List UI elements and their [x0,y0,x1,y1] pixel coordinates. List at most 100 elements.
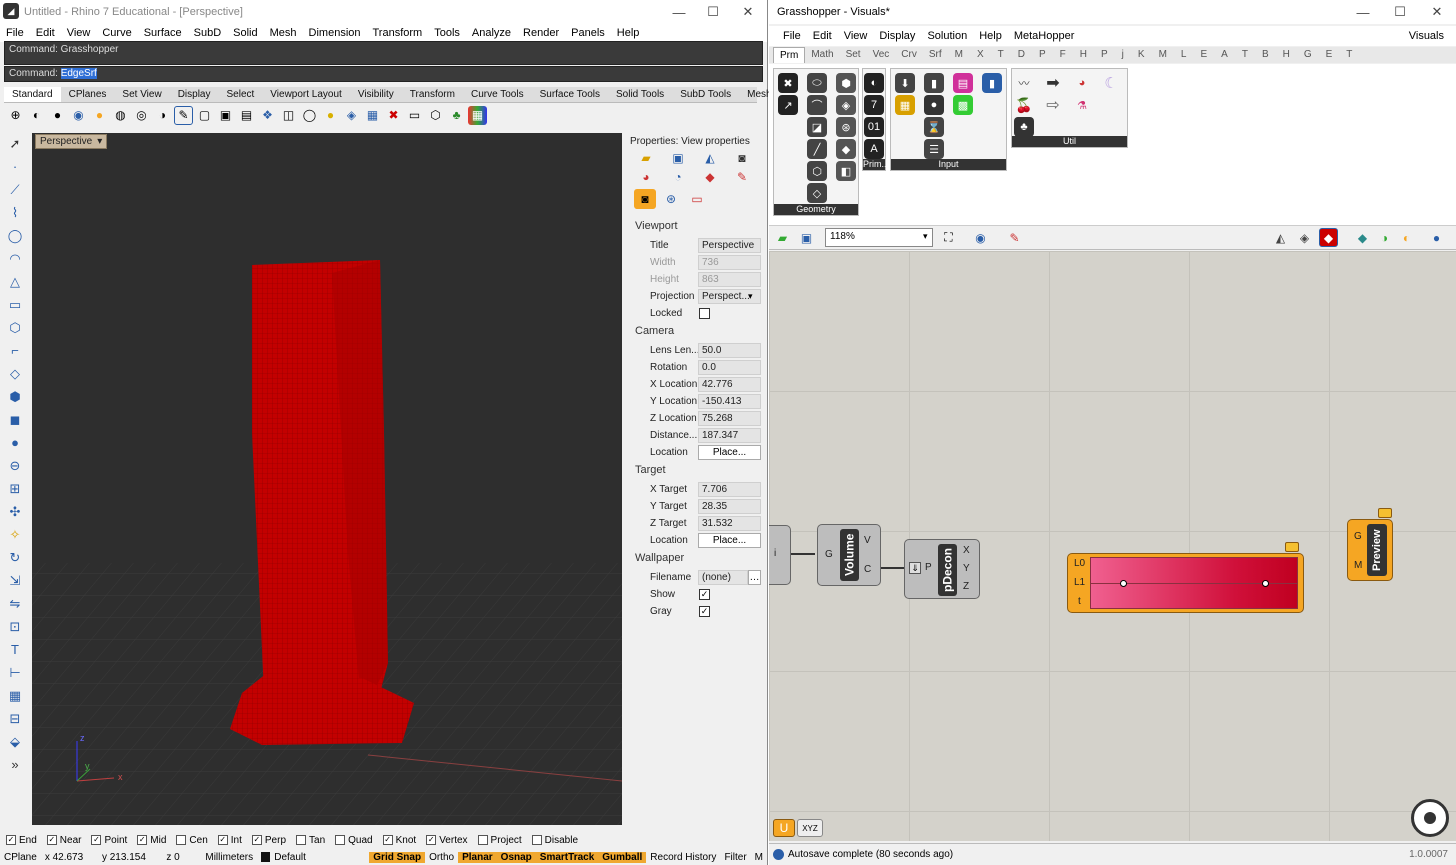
sphere-solid-icon[interactable]: ● [4,432,26,453]
wallpaper-page-icon[interactable]: ▭ [686,189,708,209]
xloc-field[interactable]: 42.776 [698,376,761,392]
settings-icon[interactable]: ◑ [1375,228,1394,247]
gh-tab-k[interactable]: K [1131,47,1152,63]
gradient-input-t[interactable]: t [1078,596,1081,607]
gh-tab-srf[interactable]: Srf [923,47,948,63]
ortho-toggle[interactable]: Ortho [425,852,458,863]
gh-tab-prm[interactable]: Prm [773,47,806,63]
arrow-right-icon[interactable]: ➡ [1043,73,1063,93]
cherry-icon[interactable]: 🍒 [1014,95,1034,115]
mesh-quality-icon[interactable]: ◆ [1353,228,1372,247]
gh-minimize-button[interactable]: — [1346,0,1380,24]
gumball-toggle[interactable]: Gumball [598,851,647,863]
cylinder-icon[interactable]: ⊖ [4,455,26,476]
osnap-mid[interactable]: ✓ Mid [137,835,166,846]
input-group-label[interactable]: Input [891,159,1006,170]
grid-icon[interactable]: ⊕ [6,106,25,125]
scale-icon[interactable]: ⇲ [4,570,26,591]
gh-tab-b[interactable]: B [1255,47,1276,63]
gh-menu-view[interactable]: View [838,30,874,42]
jump-icon[interactable]: ◕ [1072,73,1092,93]
tab-curve-tools[interactable]: Curve Tools [463,87,532,102]
gh-menu-file[interactable]: File [777,30,807,42]
light-icon[interactable]: ● [321,106,340,125]
osnap-end[interactable]: ✓ End [6,835,37,846]
render-icon[interactable]: ◉ [69,106,88,125]
text-param-icon[interactable]: A [864,139,884,159]
osnap-int[interactable]: ✓ Int [217,835,242,846]
util-group-label[interactable]: Util [1012,136,1127,147]
knob-input-icon[interactable]: ● [924,95,944,115]
menu-solid[interactable]: Solid [227,27,263,39]
osnap-vertex[interactable]: ✓ Vertex [426,835,468,846]
zoom-select[interactable]: 118% [825,228,933,247]
pdecon-output-z[interactable]: Z [963,581,969,592]
rectangle-icon[interactable]: ▭ [4,294,26,315]
box-icon[interactable]: ⬡ [426,106,445,125]
tab-cplanes[interactable]: CPlanes [61,87,115,102]
gh-tab-e2[interactable]: E [1319,47,1340,63]
array-icon[interactable]: ⊡ [4,616,26,637]
yloc-field[interactable]: -150.413 [698,393,761,409]
gh-menu-display[interactable]: Display [873,30,921,42]
gh-tab-h[interactable]: H [1073,47,1094,63]
gh-tab-h2[interactable]: H [1276,47,1297,63]
menu-view[interactable]: View [61,27,97,39]
record-history-toggle[interactable]: Record History [646,852,720,863]
block-icon[interactable]: ⬙ [4,731,26,752]
gh-tab-m2[interactable]: M [1152,47,1174,63]
paint-icon[interactable]: ✎ [732,169,752,185]
volume-component[interactable]: G Volume V C [817,524,881,586]
slider-input-icon[interactable]: ▮ [982,73,1002,93]
gradient-handle-end[interactable] [1262,580,1269,587]
globe-icon[interactable]: ◯ [300,106,319,125]
volume-input-g[interactable]: G [825,549,833,560]
menu-subd[interactable]: SubD [188,27,228,39]
gh-tab-m[interactable]: M [948,47,970,63]
gh-menu-help[interactable]: Help [973,30,1008,42]
gh-menu-metahopper[interactable]: MetaHopper [1008,30,1081,42]
arrow-outline-icon[interactable]: ⇨ [1043,95,1063,115]
pdecon-output-y[interactable]: Y [963,563,970,574]
gh-tab-g[interactable]: G [1297,47,1319,63]
tab-visibility[interactable]: Visibility [350,87,402,102]
viewport-title-tab[interactable]: Perspective ▾ [35,134,108,149]
arc-icon[interactable]: ◠ [4,248,26,269]
mesh-param-icon[interactable]: ⬡ [807,161,827,181]
zloc-field[interactable]: 75.268 [698,410,761,426]
plane-param-icon[interactable]: ◈ [836,95,856,115]
tab-standard[interactable]: Standard [4,87,61,102]
chevron-down-icon[interactable]: ▾ [97,136,102,147]
open-file-icon[interactable]: ▰ [773,228,792,247]
preview-component[interactable]: G M Preview [1347,508,1393,581]
osnap-project[interactable]: Project [477,835,522,846]
dimension-icon[interactable]: ⊢ [4,662,26,683]
osnap-quad[interactable]: Quad [335,835,373,846]
xtarget-field[interactable]: 7.706 [698,481,761,497]
osnap-disable[interactable]: Disable [531,835,578,846]
gh-menu-solution[interactable]: Solution [921,30,973,42]
gh-document-name[interactable]: Visuals [1403,30,1450,42]
osnap-toggle[interactable]: Osnap [496,851,536,863]
gh-canvas[interactable]: i G Volume V C ⇓ P pDecon X Y Z L0 L1 t [769,251,1456,841]
select-arrow-icon[interactable]: ➚ [4,133,26,154]
gh-tab-p[interactable]: P [1032,47,1053,63]
menu-surface[interactable]: Surface [138,27,188,39]
ytarget-field[interactable]: 28.35 [698,498,761,514]
number-icon[interactable]: 7 [864,95,884,115]
button-input-icon[interactable]: ⬇ [895,73,915,93]
gh-tab-p2[interactable]: P [1094,47,1115,63]
camera-small-icon[interactable]: ◙ [732,150,752,166]
boolean-icon[interactable]: ◐ [864,73,884,93]
geometry-param-icon[interactable]: ◧ [836,161,856,181]
layer-label[interactable]: Default [270,852,369,863]
filename-field[interactable]: (none) [698,569,748,585]
cube-icon[interactable]: ◫ [279,106,298,125]
tree-icon[interactable]: ♣ [1014,117,1034,137]
mirror-icon[interactable]: ⇋ [4,593,26,614]
mouse3-icon[interactable]: ▤ [237,106,256,125]
menu-file[interactable]: File [0,27,30,39]
grid-snap-toggle[interactable]: Grid Snap [369,851,426,863]
menu-curve[interactable]: Curve [96,27,137,39]
preview-shaded-icon[interactable]: ◈ [1295,228,1314,247]
